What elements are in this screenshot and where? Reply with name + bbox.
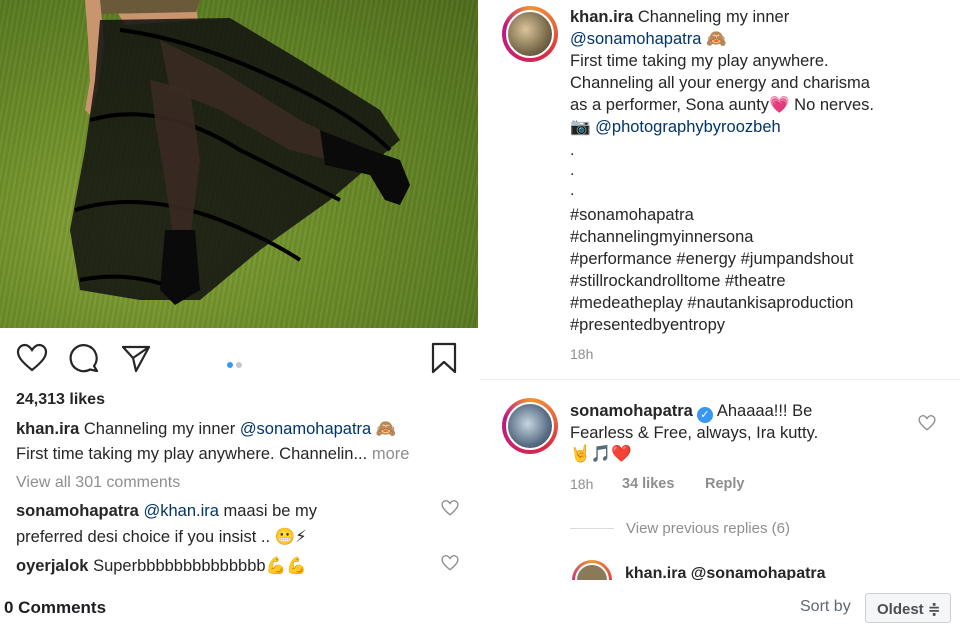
caption-panel: khan.ira Channeling my inner @sonamohapa… [480, 0, 960, 580]
reply-text: Ahaaaa!!! Be [716, 402, 813, 420]
sort-dropdown[interactable]: Oldest ≑ [865, 593, 951, 623]
replies-line [570, 528, 614, 529]
caption-panel-text-5b: No nerves. [794, 96, 874, 114]
comment-like-heart-icon[interactable] [441, 554, 459, 572]
caption-panel-line1: khan.ira Channeling my inner [570, 8, 789, 27]
view-all-comments-link[interactable]: View all 301 comments [16, 474, 180, 492]
sort-by-label: Sort by [800, 598, 851, 615]
hashtag-line[interactable]: #stillrockandrolltome #theatre [570, 272, 786, 291]
reply-username[interactable]: sonamohapatra [570, 402, 693, 420]
comment-text-2: preferred desi choice if you insist .. [16, 528, 271, 546]
facebook-comments-bar: 0 Comments Sort by Oldest ≑ [0, 586, 960, 633]
dot-separator: . [570, 162, 575, 179]
comment-icon[interactable] [68, 342, 100, 374]
dancer-figure [70, 0, 410, 305]
heart-emoji: 💗 [769, 96, 790, 114]
reply-line1: sonamohapatra ✓ Ahaaaa!!! Be [570, 402, 812, 423]
comment-like-heart-icon[interactable] [441, 499, 459, 517]
caption-panel-text-5: as a performer, Sona aunty [570, 96, 770, 114]
caption-text: Channeling my inner [83, 420, 236, 438]
avatar-image [575, 563, 609, 580]
caption-text-2: First time taking my play anywhere. Chan… [16, 445, 368, 463]
heart-icon[interactable] [16, 342, 48, 374]
reply-likes[interactable]: 34 likes [622, 476, 674, 492]
comment-item: sonamohapatra @khan.ira maasi be my [16, 502, 317, 521]
caption-panel-line6: 📷 @photographybyroozbeh [570, 118, 781, 137]
photographer-mention[interactable]: @photographybyroozbeh [595, 118, 781, 136]
avatar-image [506, 402, 554, 450]
comment-username[interactable]: sonamohapatra [16, 502, 139, 520]
monkey-emoji: 🙈 [706, 30, 727, 48]
hashtag-line[interactable]: #performance #energy #jumpandshout [570, 250, 853, 269]
post-caption: khan.ira Channeling my inner @sonamohapa… [16, 420, 396, 439]
dot-separator: . [570, 142, 575, 159]
divider [480, 379, 960, 380]
caption-panel-line3: First time taking my play anywhere. [570, 52, 829, 70]
caption-username[interactable]: khan.ira [16, 420, 79, 438]
comments-count: 0 Comments [4, 598, 107, 617]
caption-panel-line5: as a performer, Sona aunty💗 No nerves. [570, 96, 874, 115]
comment-emoji: 😬⚡ [274, 528, 307, 546]
caption-panel-line4: Channeling all your energy and charisma [570, 74, 870, 92]
verified-badge-icon: ✓ [696, 407, 713, 423]
share-icon[interactable] [120, 342, 152, 374]
post-action-bar [0, 338, 478, 378]
likes-count[interactable]: 24,313 likes [16, 391, 105, 409]
reply-timestamp: 18h [570, 476, 594, 492]
comment-text: Superbbbbbbbbbbbbbb [93, 557, 266, 575]
reply-emojis: 🤘🎵❤️ [570, 445, 632, 463]
caption-panel-line2: @sonamohapatra 🙈 [570, 30, 727, 49]
carousel-dots [227, 355, 245, 373]
nested-reply-line: khan.ira @sonamohapatra [625, 565, 826, 580]
hashtag-line[interactable]: #medeatheplay #nautankisaproduction [570, 294, 853, 313]
sonamohapatra-avatar[interactable] [502, 398, 558, 454]
monkey-emoji: 🙈 [375, 420, 397, 438]
comment-item: oyerjalok Superbbbbbbbbbbbbbb💪💪 [16, 557, 307, 576]
avatar-image [506, 10, 554, 58]
reply-like-heart-icon[interactable] [918, 414, 936, 432]
post-caption-line2: First time taking my play anywhere. Chan… [16, 445, 409, 464]
caption-panel-username[interactable]: khan.ira [570, 8, 633, 26]
dot-separator: . [570, 182, 575, 199]
caption-panel-mention[interactable]: @sonamohapatra [570, 30, 701, 48]
more-link[interactable]: more [372, 445, 410, 463]
post-photo[interactable] [0, 0, 478, 328]
comment-item-line2: preferred desi choice if you insist .. 😬… [16, 527, 307, 547]
khan-ira-avatar[interactable] [502, 6, 558, 62]
comment-emoji: 💪💪 [265, 557, 307, 575]
khan-ira-avatar-small[interactable] [572, 560, 612, 580]
camera-emoji: 📷 [570, 118, 591, 136]
reply-button[interactable]: Reply [705, 476, 745, 492]
caption-timestamp: 18h [570, 346, 594, 362]
view-previous-replies[interactable]: View previous replies (6) [626, 520, 790, 537]
carousel-dot [236, 362, 242, 368]
caption-mention[interactable]: @sonamohapatra [240, 420, 371, 438]
hashtag-line[interactable]: #channelingmyinnersona [570, 228, 753, 247]
caption-panel-text: Channeling my inner [637, 8, 790, 26]
comment-username[interactable]: oyerjalok [16, 557, 88, 575]
nested-reply-text[interactable]: khan.ira @sonamohapatra [625, 565, 826, 580]
bookmark-icon[interactable] [428, 342, 460, 374]
carousel-dot-active [227, 362, 233, 368]
hashtag-line[interactable]: #sonamohapatra [570, 206, 694, 225]
comment-mention[interactable]: @khan.ira [143, 502, 218, 520]
hashtag-line[interactable]: #presentedbyentropy [570, 316, 725, 335]
reply-line2: Fearless & Free, always, Ira kutty. [570, 424, 819, 442]
comment-text: maasi be my [223, 502, 318, 520]
